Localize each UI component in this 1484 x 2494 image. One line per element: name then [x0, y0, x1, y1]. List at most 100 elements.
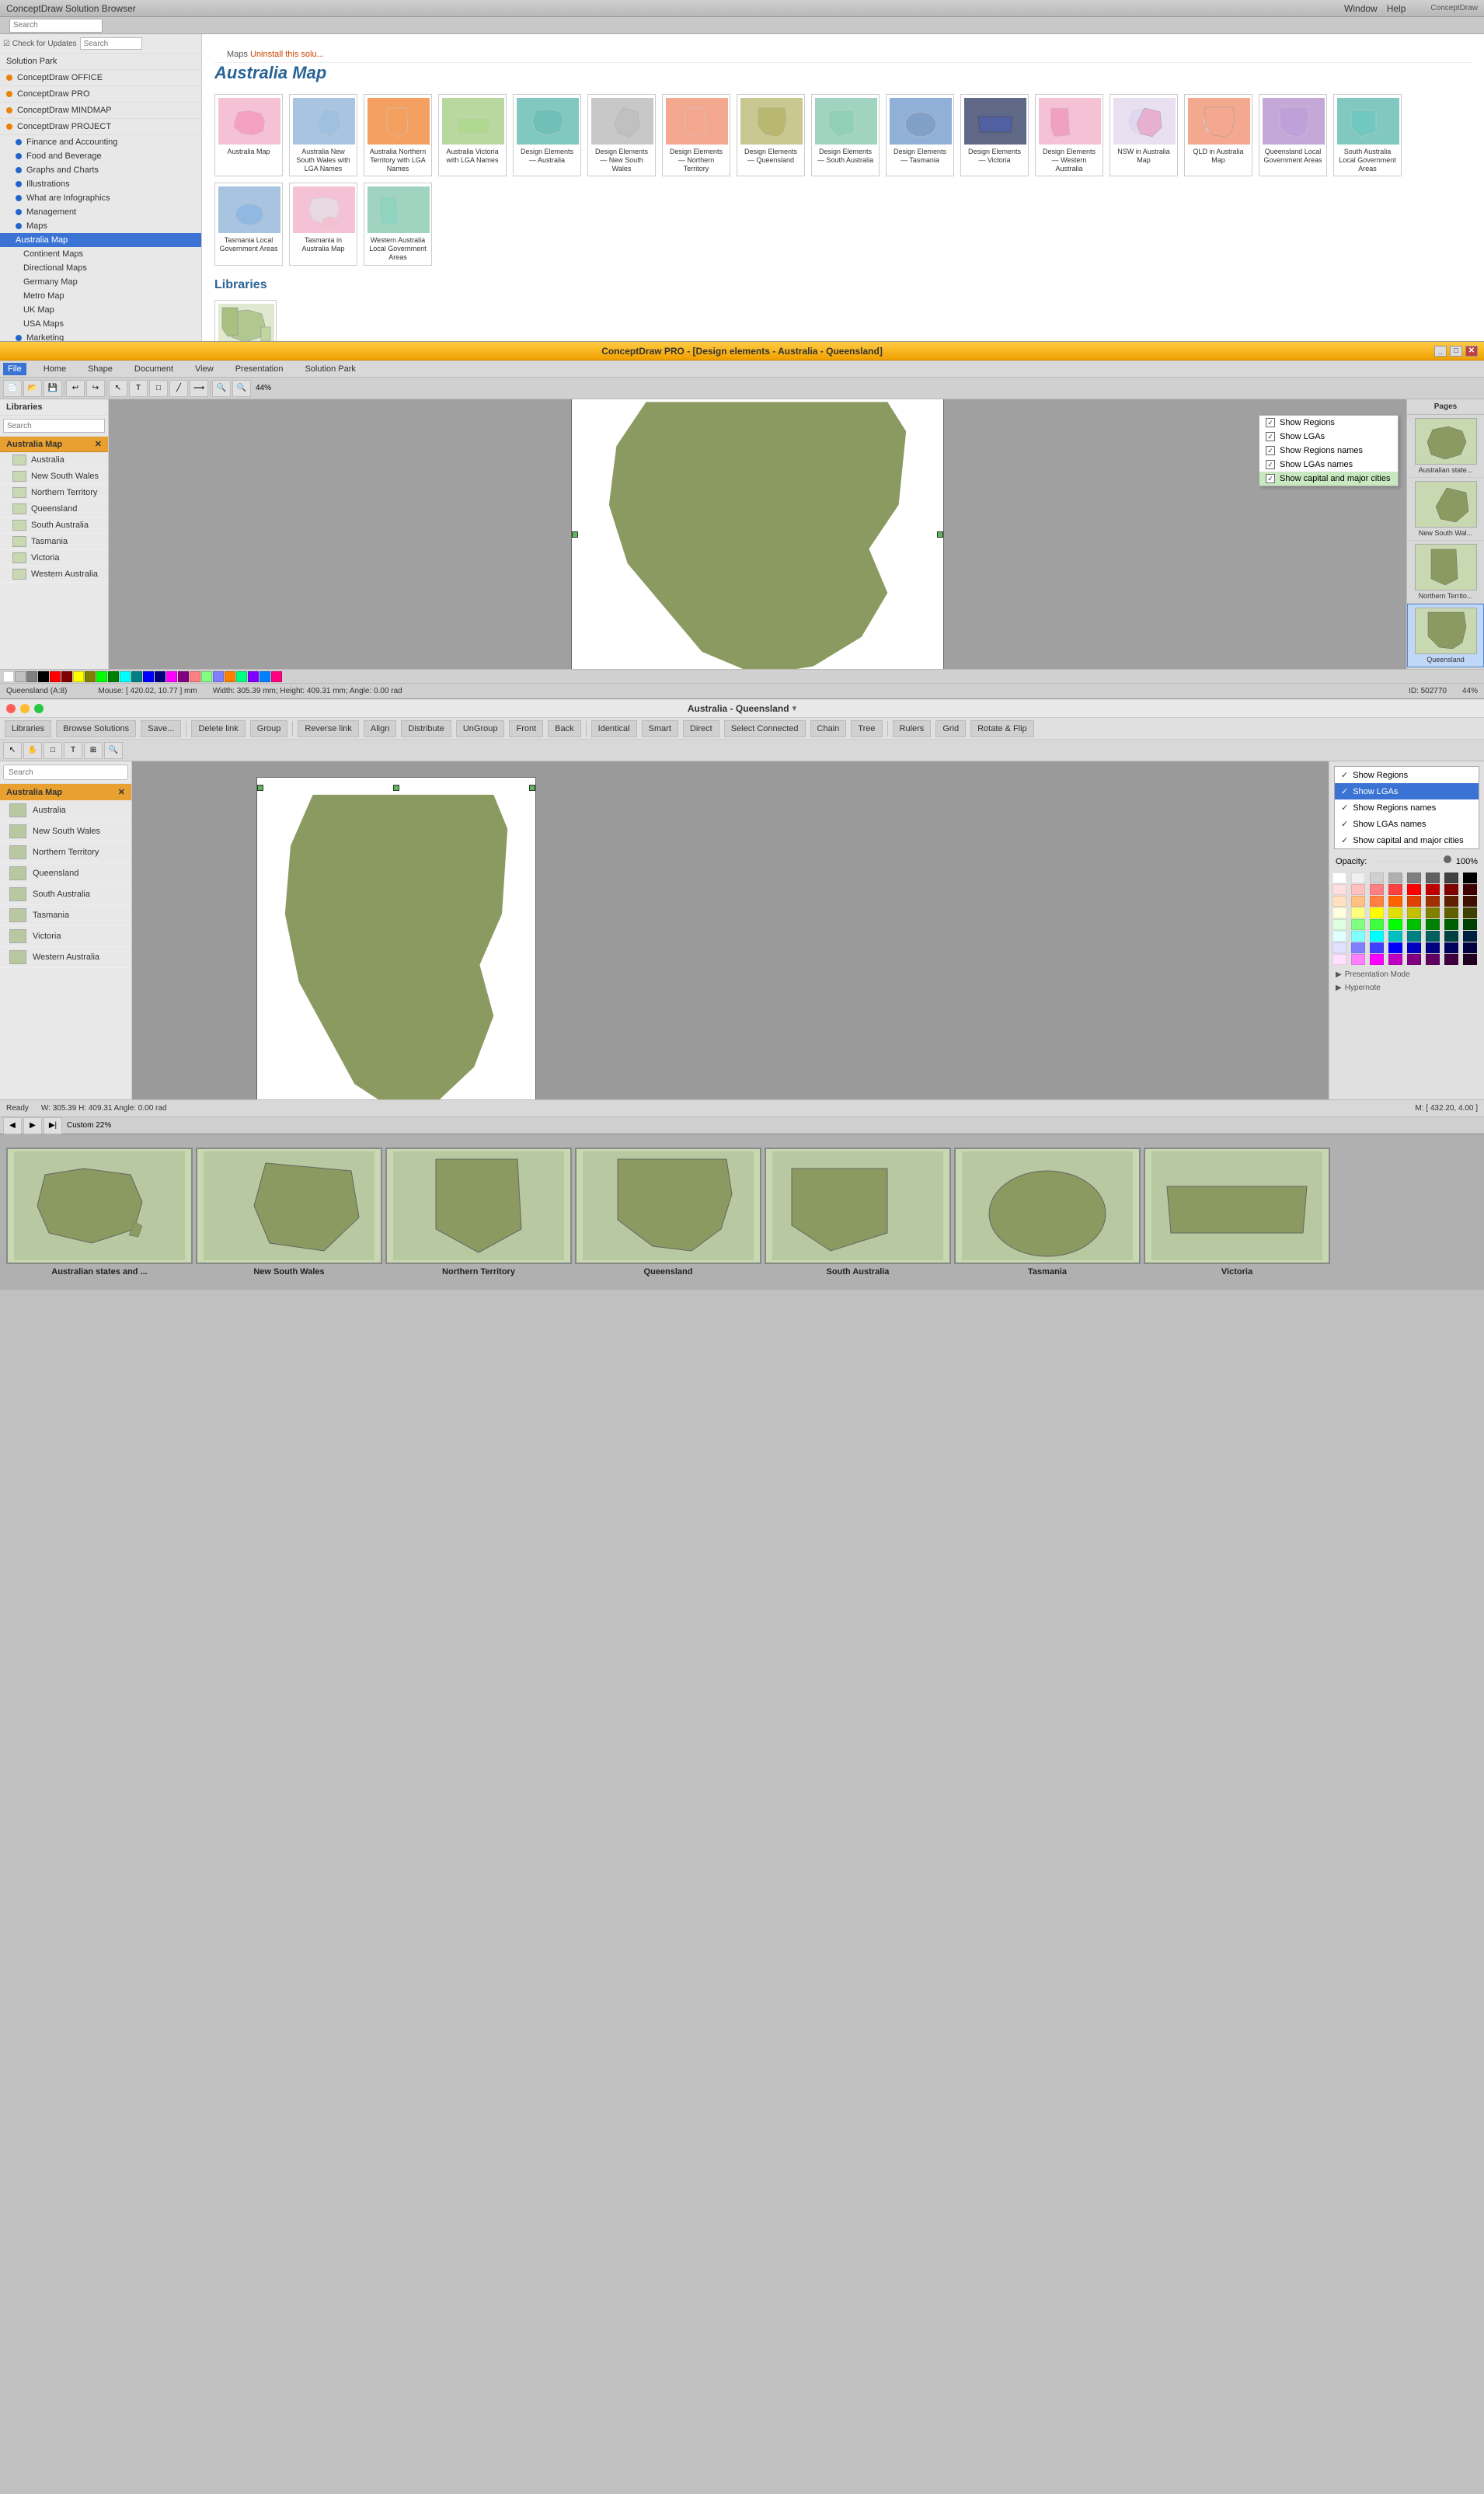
palette-swatch-e0e0ff[interactable]	[1332, 942, 1346, 953]
page-thumb-nsw2[interactable]: New South Wal...	[1407, 478, 1484, 541]
tile-design-qld[interactable]: Design Elements — Queensland	[737, 94, 805, 176]
menu-file[interactable]: File	[3, 363, 26, 375]
sidebar-item-directional[interactable]: Directional Maps	[0, 261, 201, 275]
palette-swatch-ffffe0[interactable]	[1332, 907, 1346, 918]
menu-solution-park[interactable]: Solution Park	[300, 363, 360, 375]
sidebar-item-marketing[interactable]: Marketing	[0, 331, 201, 341]
handle-left[interactable]	[572, 531, 578, 538]
sidebar-item-food[interactable]: Food and Beverage	[0, 149, 201, 163]
opacity-slider[interactable]	[1371, 860, 1451, 863]
t2-grid2[interactable]: ⊞	[84, 742, 103, 759]
handle-right[interactable]	[937, 531, 943, 538]
palette-swatch-e0ffff[interactable]	[1332, 931, 1346, 942]
panel-row-region-names[interactable]: ✓ Show Regions names	[1259, 444, 1398, 458]
palette-swatch-000060[interactable]	[1444, 942, 1458, 953]
palette-swatch-602000[interactable]	[1444, 896, 1458, 907]
palette-swatch-ff0000[interactable]	[1407, 884, 1421, 895]
tile-tas-aus[interactable]: Tasmania in Australia Map	[289, 183, 357, 265]
tb-browse[interactable]: Browse Solutions	[56, 720, 136, 737]
swatch-spring[interactable]	[236, 671, 247, 682]
tile-tas-lga[interactable]: Tasmania Local Government Areas	[214, 183, 283, 265]
tile-nsw-aus[interactable]: NSW in Australia Map	[1110, 94, 1178, 176]
palette-swatch-40ff40[interactable]	[1370, 919, 1384, 930]
sidebar-item-illustrations[interactable]: Illustrations	[0, 177, 201, 191]
tb-chain[interactable]: Chain	[810, 720, 847, 737]
tb-rotate[interactable]: Rotate & Flip	[970, 720, 1034, 737]
pro2-page-vic[interactable]: Victoria	[0, 926, 131, 947]
tile-design-aus[interactable]: Design Elements — Australia	[513, 94, 581, 176]
palette-swatch-400040[interactable]	[1444, 954, 1458, 965]
palette-swatch-00c0c0[interactable]	[1388, 931, 1402, 942]
swatch-teal[interactable]	[131, 671, 142, 682]
win-close[interactable]: ✕	[1465, 346, 1478, 357]
palette-swatch-ffe0ff[interactable]	[1332, 954, 1346, 965]
tile-design-nt[interactable]: Design Elements — Northern Territory	[662, 94, 730, 176]
tb-front[interactable]: Front	[509, 720, 543, 737]
sidebar-item-infographics[interactable]: What are Infographics	[0, 191, 201, 205]
tile-wa-lga[interactable]: Western Australia Local Government Areas	[364, 183, 432, 265]
palette-swatch-800000[interactable]	[1444, 884, 1458, 895]
swatch-olive[interactable]	[85, 671, 96, 682]
panel-row-lga-names[interactable]: ✓ Show LGAs names	[1259, 458, 1398, 472]
sidebar-item-uk[interactable]: UK Map	[0, 303, 201, 317]
sidebar-item-management[interactable]: Management	[0, 205, 201, 219]
swatch-black[interactable]	[38, 671, 49, 682]
tool-zoom-out[interactable]: 🔍	[232, 380, 251, 397]
palette-swatch-ff8080[interactable]	[1370, 884, 1384, 895]
palette-swatch-00ffff[interactable]	[1370, 931, 1384, 942]
tool-connector[interactable]: ⟶	[190, 380, 208, 397]
swatch-blue[interactable]	[143, 671, 154, 682]
tl-minimize[interactable]	[20, 704, 30, 713]
thumb-aus-states[interactable]: Australian states and ...	[6, 1148, 193, 1277]
tile-nt-lga[interactable]: Australia Northern Territory with LGA Na…	[364, 94, 432, 176]
panel-row-cities[interactable]: ✓ Show capital and major cities	[1259, 472, 1398, 486]
thumb-vic[interactable]: Victoria	[1144, 1148, 1330, 1277]
palette-swatch-8080ff[interactable]	[1351, 942, 1365, 953]
pro-lib-header[interactable]: Australia Map ✕	[0, 437, 108, 452]
pro-search-input[interactable]	[3, 419, 105, 433]
tool-new[interactable]: 📄	[3, 380, 22, 397]
tb-select-connected[interactable]: Select Connected	[724, 720, 806, 737]
strip-next[interactable]: ▶	[23, 1117, 42, 1134]
sidebar-item-metro[interactable]: Metro Map	[0, 289, 201, 303]
palette-swatch-606060[interactable]	[1426, 873, 1440, 883]
palette-swatch-80ffff[interactable]	[1351, 931, 1365, 942]
panel-row-lgas[interactable]: ✓ Show LGAs	[1259, 430, 1398, 444]
dropdown-arrow[interactable]: ▾	[793, 703, 797, 713]
palette-swatch-e04000[interactable]	[1407, 896, 1421, 907]
swatch-green[interactable]	[108, 671, 119, 682]
swatch-cyan[interactable]	[120, 671, 131, 682]
palette-swatch-808000[interactable]	[1426, 907, 1440, 918]
palette-swatch-008000[interactable]	[1426, 919, 1440, 930]
tb-identical[interactable]: Identical	[591, 720, 637, 737]
swatch-lime[interactable]	[96, 671, 107, 682]
swatch-mint[interactable]	[201, 671, 212, 682]
win-minimize[interactable]: _	[1434, 346, 1447, 357]
palette-swatch-ff00ff[interactable]	[1370, 954, 1384, 965]
tool-redo[interactable]: ↪	[86, 380, 105, 397]
palette-swatch-d0d0d0[interactable]	[1370, 873, 1384, 883]
tb-back[interactable]: Back	[548, 720, 580, 737]
sidebar-item-usa[interactable]: USA Maps	[0, 317, 201, 331]
swatch-rose[interactable]	[271, 671, 282, 682]
swatch-white[interactable]	[3, 671, 14, 682]
win-restore[interactable]: □	[1450, 346, 1462, 357]
swatch-red[interactable]	[50, 671, 61, 682]
tb-group[interactable]: Group	[250, 720, 288, 737]
palette-swatch-80ff80[interactable]	[1351, 919, 1365, 930]
palette-swatch-800080[interactable]	[1407, 954, 1421, 965]
palette-swatch-ffff00[interactable]	[1370, 907, 1384, 918]
checkbox-region-names[interactable]: ✓	[1266, 446, 1275, 455]
browser-search[interactable]	[6, 17, 106, 34]
pro-page-sa[interactable]: South Australia	[0, 517, 108, 534]
palette-swatch-ffc0c0[interactable]	[1351, 884, 1365, 895]
tb-ungroup[interactable]: UnGroup	[456, 720, 505, 737]
t2-search[interactable]: 🔍	[104, 742, 123, 759]
tile-design-sa[interactable]: Design Elements — South Australia	[811, 94, 880, 176]
pro-page-australia[interactable]: Australia	[0, 452, 108, 468]
tb-save[interactable]: Save...	[141, 720, 181, 737]
swatch-orange[interactable]	[225, 671, 235, 682]
tb-distribute[interactable]: Distribute	[401, 720, 451, 737]
palette-swatch-404040[interactable]	[1444, 873, 1458, 883]
pro2-page-tas[interactable]: Tasmania	[0, 905, 131, 926]
